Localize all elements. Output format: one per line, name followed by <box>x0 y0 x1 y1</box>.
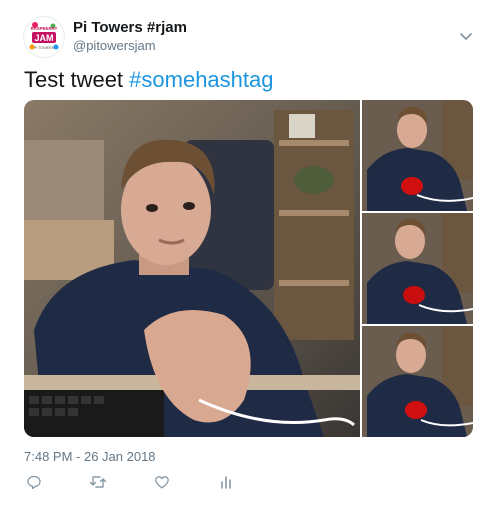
avatar[interactable]: RASPBERRY JAM PI TOWERS <box>24 17 64 57</box>
analytics-icon[interactable] <box>216 472 236 492</box>
raspberry-jam-logo: RASPBERRY JAM PI TOWERS <box>25 18 63 56</box>
chevron-down-icon[interactable] <box>458 28 474 44</box>
user-name[interactable]: Pi Towers #rjam <box>73 19 187 36</box>
tweet-body: Test tweet <box>24 67 130 92</box>
avatar-text-top: RASPBERRY <box>31 26 58 31</box>
media-photo-main[interactable] <box>24 100 360 437</box>
media-photo-thumb-2[interactable] <box>362 213 473 324</box>
avatar-text-main: JAM <box>34 33 53 43</box>
avatar-text-bottom: PI TOWERS <box>34 46 55 50</box>
reply-icon[interactable] <box>24 472 44 492</box>
hashtag-link[interactable]: #somehashtag <box>129 67 273 92</box>
like-icon[interactable] <box>152 472 172 492</box>
retweet-icon[interactable] <box>88 472 108 492</box>
tweet-timestamp[interactable]: 7:48 PM - 26 Jan 2018 <box>24 449 156 464</box>
media-photo-thumb-1[interactable] <box>362 100 473 211</box>
media-photo-thumb-3[interactable] <box>362 326 473 437</box>
user-handle[interactable]: @pitowersjam <box>73 38 156 53</box>
tweet-text: Test tweet #somehashtag <box>24 66 273 94</box>
media-grid <box>24 100 473 437</box>
